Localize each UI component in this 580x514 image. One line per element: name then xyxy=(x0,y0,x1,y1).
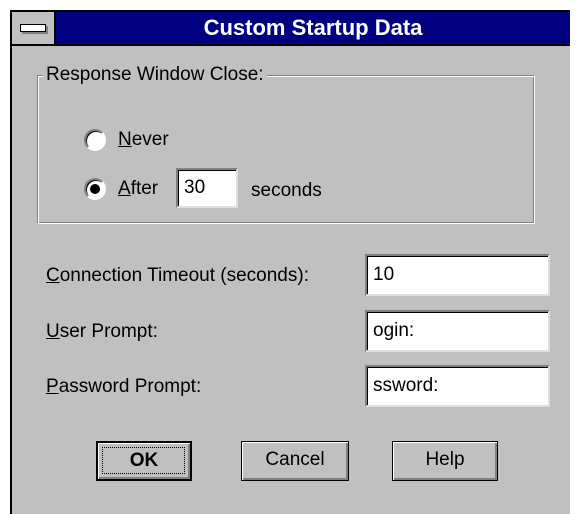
help-button-label: Help xyxy=(425,449,465,470)
password-prompt-input[interactable] xyxy=(365,365,550,407)
seconds-label: seconds xyxy=(251,180,322,201)
cancel-button[interactable]: Cancel xyxy=(241,441,349,481)
radio-never[interactable] xyxy=(84,129,106,151)
title-bar[interactable]: Custom Startup Data xyxy=(12,12,570,46)
password-prompt-label: Password Prompt: xyxy=(46,376,202,397)
group-label: Response Window Close: xyxy=(43,65,267,85)
radio-selected-dot xyxy=(90,184,100,194)
after-seconds-input[interactable] xyxy=(176,168,238,208)
user-prompt-label: User Prompt: xyxy=(46,321,158,342)
cancel-button-label: Cancel xyxy=(265,449,325,470)
system-menu-icon[interactable] xyxy=(12,12,56,44)
connection-timeout-label: Connection Timeout (seconds): xyxy=(46,265,309,286)
window-title: Custom Startup Data xyxy=(203,15,423,40)
radio-after[interactable] xyxy=(84,178,106,200)
help-button[interactable]: Help xyxy=(392,441,498,481)
connection-timeout-input[interactable] xyxy=(365,254,550,296)
radio-after-label[interactable]: After xyxy=(118,178,158,200)
radio-never-label[interactable]: Never xyxy=(118,129,169,151)
user-prompt-input[interactable] xyxy=(365,310,550,352)
ok-button[interactable]: OK xyxy=(96,441,192,481)
